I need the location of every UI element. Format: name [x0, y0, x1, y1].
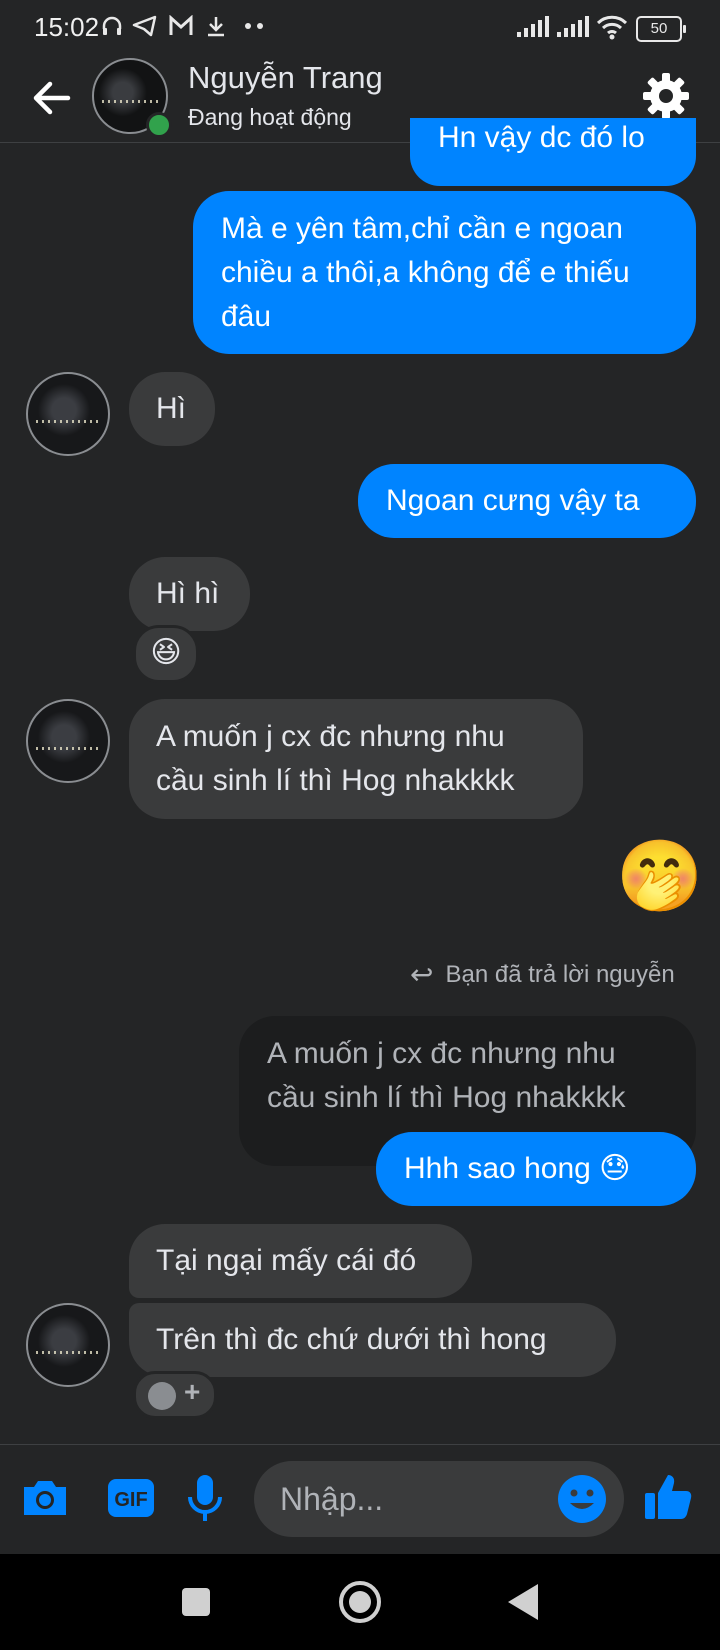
signal-icon	[557, 16, 589, 37]
more-dots-icon	[245, 23, 263, 29]
wifi-icon	[596, 15, 628, 40]
battery-icon: 50	[636, 16, 686, 42]
download-icon	[208, 17, 224, 37]
thumbs-up-icon[interactable]	[642, 1469, 696, 1523]
emoji-message[interactable]: 🤭	[616, 836, 703, 916]
system-navigation-bar	[0, 1554, 720, 1650]
message-outgoing[interactable]: Ngoan cưng vậy ta	[358, 464, 696, 538]
status-bar: 15:02 50	[0, 0, 720, 56]
plus-icon: +	[184, 1376, 201, 1407]
message-outgoing[interactable]: Hn vậy dc đó lo	[410, 118, 696, 186]
back-nav-icon[interactable]	[500, 1578, 548, 1626]
message-incoming[interactable]: Hì	[129, 372, 215, 446]
svg-text:GIF: GIF	[114, 1489, 147, 1511]
back-arrow-icon[interactable]	[26, 72, 78, 124]
status-time: 15:02	[34, 12, 100, 42]
online-status-dot	[146, 112, 172, 138]
reply-arrow-icon: ↩	[410, 959, 434, 990]
contact-active-status: Đang hoạt động	[188, 104, 352, 130]
reply-indicator: ↩ Bạn đã trả lời nguyễn	[410, 958, 675, 991]
signal-icon	[517, 16, 549, 37]
message-incoming[interactable]: Hì hì	[129, 557, 250, 631]
contact-name[interactable]: Nguyễn Trang	[188, 60, 383, 96]
message-incoming[interactable]: Trên thì đc chứ dưới thì hong	[129, 1303, 616, 1377]
headset-icon	[102, 16, 122, 35]
contact-avatar[interactable]	[26, 699, 110, 783]
home-icon[interactable]	[336, 1578, 384, 1626]
microphone-icon[interactable]	[178, 1471, 232, 1525]
telegram-icon	[132, 15, 157, 37]
message-incoming[interactable]: Tại ngại mấy cái đó	[129, 1224, 472, 1298]
message-incoming[interactable]: A muốn j cx đc nhưng nhu cầu sinh lí thì…	[129, 699, 583, 819]
emoji-icon[interactable]	[556, 1473, 608, 1525]
contact-avatar[interactable]	[26, 1303, 110, 1387]
message-reaction[interactable]: 😆	[133, 625, 199, 683]
composer-bar: GIF	[0, 1444, 720, 1555]
message-outgoing[interactable]: Hhh sao hong 😓	[376, 1132, 696, 1206]
reply-label-text: Bạn đã trả lời nguyễn	[445, 961, 675, 988]
gmail-icon	[169, 15, 193, 35]
message-outgoing[interactable]: Mà e yên tâm,chỉ cần e ngoan chiều a thô…	[193, 191, 696, 354]
camera-icon[interactable]	[18, 1471, 72, 1525]
add-reaction-button[interactable]: +	[133, 1371, 217, 1419]
smiley-icon	[148, 1382, 176, 1410]
contact-avatar[interactable]	[26, 372, 110, 456]
gif-icon[interactable]: GIF	[104, 1471, 158, 1525]
recent-apps-icon[interactable]	[172, 1578, 220, 1626]
gear-icon[interactable]	[640, 70, 692, 122]
